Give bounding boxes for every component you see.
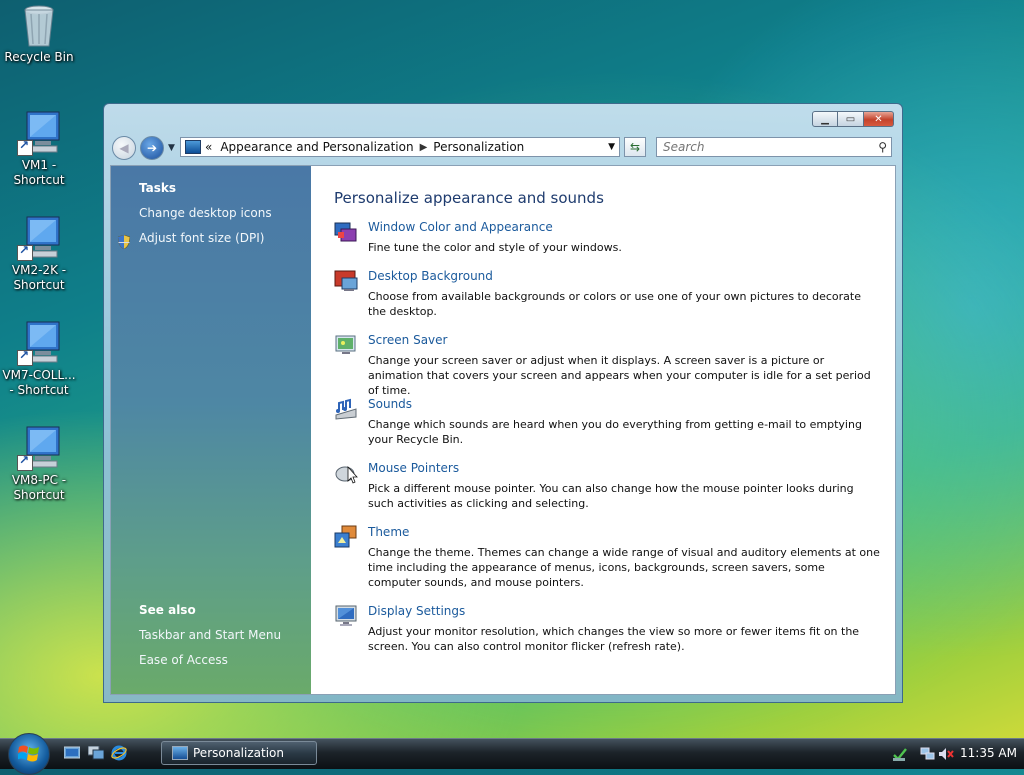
shortcut-arrow-icon	[17, 138, 33, 156]
theme-icon	[334, 525, 357, 548]
maximize-button[interactable]: ▭	[838, 111, 864, 127]
mouse-pointers-description: Pick a different mouse pointer. You can …	[368, 482, 854, 510]
search-icon[interactable]: ⚲	[878, 140, 887, 154]
volume-muted-icon[interactable]	[938, 746, 954, 762]
back-arrow-icon: ◀	[119, 141, 129, 155]
maximize-icon: ▭	[845, 113, 856, 125]
computer-icon	[15, 425, 63, 471]
mouse-icon	[335, 465, 358, 484]
breadcrumb-appearance[interactable]: Appearance and Personalization	[220, 140, 413, 154]
window-color-description: Fine tune the color and style of your wi…	[368, 241, 622, 254]
sounds-link[interactable]: Sounds	[368, 397, 412, 411]
close-button[interactable]: ✕	[864, 111, 894, 127]
screen-saver-description: Change your screen saver or adjust when …	[368, 354, 871, 397]
desktop-icon-label: VM1 - Shortcut	[13, 158, 65, 187]
desktop-icon-label: VM8-PC - Shortcut	[11, 473, 67, 502]
see-also-taskbar-start-menu[interactable]: Taskbar and Start Menu	[139, 628, 281, 642]
back-button[interactable]: ◀	[112, 136, 136, 160]
shortcut-arrow-icon	[17, 348, 33, 366]
minimize-icon: ▁	[821, 113, 829, 125]
desktop-icon-vm7-coll[interactable]: VM7-COLL... - Shortcut	[0, 320, 78, 398]
desktop-icon-label: VM2-2K - Shortcut	[11, 263, 67, 292]
breadcrumb-overflow[interactable]: «	[205, 140, 212, 154]
task-change-desktop-icons[interactable]: Change desktop icons	[139, 206, 272, 220]
mouse-pointers-link[interactable]: Mouse Pointers	[368, 461, 459, 475]
screen-saver-link[interactable]: Screen Saver	[368, 333, 447, 347]
taskbar-button-personalization[interactable]: Personalization	[161, 741, 317, 765]
tasks-heading: Tasks	[139, 181, 177, 195]
window-color-link[interactable]: Window Color and Appearance	[368, 220, 553, 234]
content-area: Tasks Change desktop icons Adjust font s…	[110, 165, 896, 695]
close-icon: ✕	[874, 113, 883, 125]
search-box[interactable]: ⚲	[656, 137, 892, 157]
windows-logo-icon	[18, 745, 39, 762]
display-settings-description: Adjust your monitor resolution, which ch…	[368, 625, 860, 653]
display-settings-icon	[335, 605, 357, 626]
breadcrumb-separator-icon[interactable]: ▶	[420, 142, 428, 153]
title-bar[interactable]: ▁ ▭ ✕	[104, 104, 902, 134]
internet-explorer-icon[interactable]	[111, 745, 127, 761]
desktop-background-description: Choose from available backgrounds or col…	[368, 290, 861, 318]
desktop-icon-vm2-2k[interactable]: VM2-2K - Shortcut	[0, 215, 78, 293]
computer-icon	[15, 320, 63, 366]
display-settings-link[interactable]: Display Settings	[368, 604, 465, 618]
shortcut-arrow-icon	[17, 453, 33, 471]
address-bar[interactable]: « Appearance and Personalization ▶ Perso…	[180, 137, 620, 157]
uac-shield-icon	[118, 235, 130, 249]
desktop-background-icon	[334, 270, 358, 291]
computer-icon	[15, 110, 63, 156]
recent-pages-dropdown[interactable]: ▼	[168, 143, 175, 153]
control-panel-icon	[172, 746, 188, 760]
taskbar-button-label: Personalization	[193, 746, 284, 760]
screen-saver-icon	[335, 335, 356, 354]
refresh-button[interactable]: ⇆	[624, 137, 646, 157]
clock[interactable]: 11:35 AM	[960, 746, 1017, 760]
network-icon[interactable]	[920, 746, 936, 762]
address-dropdown-icon[interactable]: ▼	[608, 142, 615, 152]
update-status-icon[interactable]	[892, 746, 908, 762]
see-also-ease-of-access[interactable]: Ease of Access	[139, 653, 228, 667]
search-input[interactable]	[661, 139, 865, 155]
page-title: Personalize appearance and sounds	[334, 189, 604, 207]
see-also-heading: See also	[139, 603, 196, 617]
chevron-down-icon: ▼	[168, 143, 175, 153]
shortcut-arrow-icon	[17, 243, 33, 261]
start-button[interactable]	[8, 733, 50, 775]
desktop-icon-vm1[interactable]: VM1 - Shortcut	[0, 110, 78, 188]
switch-windows-icon[interactable]	[88, 746, 104, 760]
control-panel-icon	[185, 140, 201, 154]
desktop-background-link[interactable]: Desktop Background	[368, 269, 493, 283]
forward-button[interactable]: ➔	[140, 136, 164, 160]
forward-arrow-icon: ➔	[146, 141, 158, 155]
recycle-bin-icon	[15, 2, 63, 48]
breadcrumb-personalization[interactable]: Personalization	[433, 140, 524, 154]
theme-link[interactable]: Theme	[368, 525, 409, 539]
desktop-icon-label: VM7-COLL... - Shortcut	[2, 368, 76, 397]
sounds-description: Change which sounds are heard when you d…	[368, 418, 862, 446]
desktop-icon-vm8-pc[interactable]: VM8-PC - Shortcut	[0, 425, 78, 503]
task-pane: Tasks Change desktop icons Adjust font s…	[111, 166, 311, 694]
computer-icon	[15, 215, 63, 261]
desktop-icon-recycle-bin[interactable]: Recycle Bin	[0, 2, 78, 65]
window-controls: ▁ ▭ ✕	[812, 111, 894, 127]
desktop-icon-label: Recycle Bin	[4, 50, 74, 64]
task-adjust-font-size[interactable]: Adjust font size (DPI)	[139, 231, 264, 245]
minimize-button[interactable]: ▁	[812, 111, 838, 127]
navigation-bar: ◀ ➔ ▼ « Appearance and Personalization ▶…	[110, 134, 896, 162]
theme-description: Change the theme. Themes can change a wi…	[368, 546, 880, 589]
show-desktop-icon[interactable]	[64, 746, 80, 760]
system-tray: 11:35 AM	[888, 739, 1024, 769]
window-color-icon	[334, 222, 357, 242]
taskbar: Personalization 11:35 AM	[0, 733, 1024, 775]
personalization-window: ▁ ▭ ✕ ◀ ➔ ▼ « Appearance and Personaliza…	[103, 103, 903, 703]
refresh-icon: ⇆	[629, 140, 641, 154]
sounds-icon	[335, 398, 357, 420]
